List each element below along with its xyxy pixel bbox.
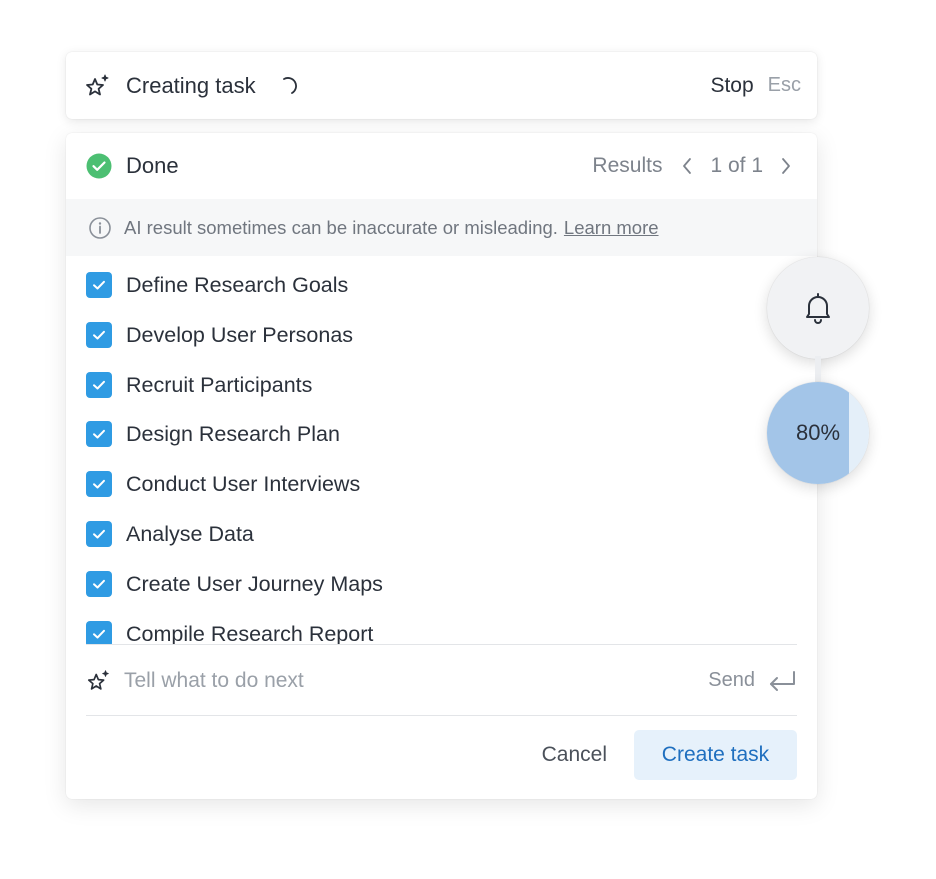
checkmark-icon	[93, 529, 105, 539]
checkmark-icon	[93, 280, 105, 290]
learn-more-link[interactable]: Learn more	[564, 217, 659, 239]
progress-indicator: 80%	[767, 382, 869, 484]
task-label: Compile Research Report	[126, 621, 374, 645]
send-button[interactable]: Send	[708, 669, 755, 692]
task-item[interactable]: Define Research Goals	[86, 270, 348, 300]
task-checkbox[interactable]	[86, 571, 112, 597]
bubble-connector	[815, 356, 821, 384]
task-checkbox[interactable]	[86, 272, 112, 298]
task-checkbox[interactable]	[86, 521, 112, 547]
task-checklist[interactable]: Define Research Goals Develop User Perso…	[66, 270, 817, 644]
checkmark-icon	[93, 330, 105, 340]
creating-task-title: Creating task	[126, 72, 256, 98]
task-checkbox[interactable]	[86, 421, 112, 447]
task-label: Define Research Goals	[126, 272, 349, 297]
task-label: Create User Journey Maps	[126, 571, 383, 596]
task-label: Recruit Participants	[126, 372, 313, 397]
stop-button[interactable]: Stop	[710, 74, 753, 98]
chevron-right-icon	[782, 158, 790, 174]
divider	[86, 715, 797, 716]
enter-key-icon[interactable]	[767, 669, 797, 693]
info-icon	[89, 216, 111, 239]
task-result-panel: Done Results 1 of 1 AI result sometimes …	[66, 133, 817, 799]
status-row: Done Results 1 of 1	[66, 133, 817, 199]
checkmark-icon	[93, 380, 105, 390]
task-item[interactable]: Develop User Personas	[86, 320, 353, 350]
next-instruction-input[interactable]	[124, 668, 709, 693]
checkmark-icon	[93, 479, 105, 489]
loading-spinner-icon	[280, 76, 298, 95]
results-label: Results	[592, 154, 663, 177]
task-item[interactable]: Create User Journey Maps	[86, 569, 383, 599]
task-checkbox[interactable]	[86, 471, 112, 497]
chevron-left-icon	[683, 158, 692, 174]
task-item[interactable]: Analyse Data	[86, 519, 254, 549]
task-checkbox[interactable]	[86, 372, 112, 398]
task-item[interactable]: Design Research Plan	[86, 419, 340, 449]
progress-percent: 80%	[795, 420, 841, 445]
task-label: Analyse Data	[126, 521, 254, 546]
checkmark-icon	[93, 429, 105, 439]
task-label: Develop User Personas	[126, 322, 354, 347]
create-task-button[interactable]: Create task	[634, 730, 797, 780]
task-label: Design Research Plan	[126, 421, 340, 446]
task-item[interactable]: Recruit Participants	[86, 370, 312, 400]
sparkle-star-icon	[84, 72, 112, 100]
next-result-button[interactable]	[775, 157, 797, 175]
check-circle-icon	[86, 153, 112, 179]
footer-actions: Cancel Create task	[66, 730, 817, 780]
creating-task-bar: Creating task Stop Esc	[66, 52, 817, 119]
task-label: Conduct User Interviews	[126, 471, 361, 496]
bell-icon	[806, 293, 830, 324]
esc-shortcut-hint: Esc	[767, 74, 801, 96]
prompt-bar: Send	[66, 645, 817, 716]
sparkle-star-icon	[86, 668, 112, 694]
task-checkbox[interactable]	[86, 621, 112, 644]
ai-disclaimer-notice: AI result sometimes can be inaccurate or…	[66, 199, 817, 256]
checkmark-icon	[93, 629, 105, 639]
cancel-button[interactable]: Cancel	[542, 743, 607, 767]
page-indicator: 1 of 1	[710, 154, 763, 177]
previous-result-button[interactable]	[676, 157, 698, 175]
status-label: Done	[126, 153, 179, 178]
disclaimer-text: AI result sometimes can be inaccurate or…	[124, 216, 558, 238]
notification-button[interactable]	[767, 257, 869, 359]
task-item[interactable]: Conduct User Interviews	[86, 469, 360, 499]
checkmark-icon	[93, 579, 105, 589]
task-item[interactable]: Compile Research Report	[86, 619, 373, 644]
task-checkbox[interactable]	[86, 322, 112, 348]
